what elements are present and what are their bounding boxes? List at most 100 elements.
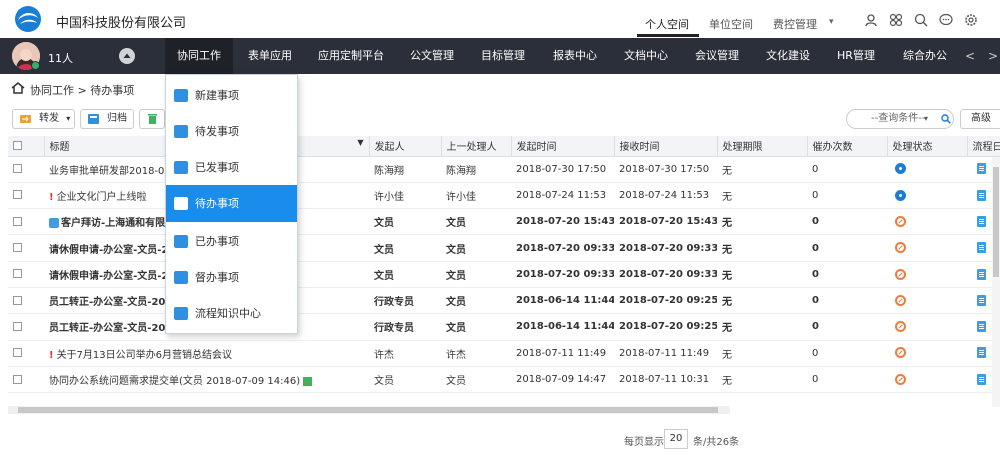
row-title-text[interactable]: 请休假申请-办公室-文员-20: [49, 271, 175, 282]
row-checkbox-cell[interactable]: [8, 182, 44, 210]
select-all-checkbox-cell[interactable]: [8, 136, 45, 157]
row-checkbox[interactable]: [13, 190, 22, 200]
flow-log-icon[interactable]: [977, 163, 986, 175]
column-header-deadline[interactable]: 处理期限: [717, 136, 808, 157]
row-checkbox[interactable]: [13, 269, 22, 279]
column-header-previous-handler[interactable]: 上一处理人: [441, 136, 512, 157]
nav-item-collaboration[interactable]: 协同工作: [165, 38, 233, 74]
apps-icon[interactable]: [889, 13, 903, 27]
status-viewed-icon[interactable]: [895, 163, 906, 175]
status-unviewed-icon[interactable]: [895, 347, 906, 359]
row-title-text[interactable]: 员工转正-办公室-文员-201: [49, 323, 172, 334]
nav-item-report-center[interactable]: 报表中心: [543, 38, 607, 74]
top-tab-unit-space[interactable]: 单位空间: [709, 16, 753, 32]
user-icon[interactable]: [864, 13, 878, 27]
forward-button[interactable]: 转发 ▾: [12, 109, 75, 129]
horizontal-scroll-thumb[interactable]: [18, 407, 718, 413]
menu-item-done[interactable]: 已办事项: [166, 223, 297, 260]
column-header-start-time[interactable]: 发起时间: [511, 136, 615, 157]
row-title[interactable]: 协同办公系统问题需求提交单(文员 2018-07-09 14:46): [44, 366, 369, 394]
row-checkbox-cell[interactable]: [8, 366, 44, 394]
search-icon[interactable]: [941, 114, 951, 124]
chevron-down-icon[interactable]: ▾: [829, 17, 834, 27]
flow-log-icon[interactable]: [977, 347, 986, 359]
row-checkbox[interactable]: [13, 243, 22, 253]
row-checkbox[interactable]: [13, 295, 22, 305]
nav-prev-icon[interactable]: <: [965, 49, 975, 63]
row-title-text[interactable]: 请休假申请-办公室-文员-20: [49, 245, 175, 256]
flow-log-icon[interactable]: [977, 242, 986, 254]
column-header-urge-count[interactable]: 催办次数: [807, 136, 888, 157]
row-checkbox[interactable]: [13, 374, 22, 384]
row-checkbox[interactable]: [13, 321, 22, 331]
row-checkbox-cell[interactable]: [8, 340, 44, 367]
menu-item-supervise[interactable]: 督办事项: [166, 259, 297, 296]
menu-item-sent[interactable]: 已发事项: [166, 149, 297, 186]
row-checkbox[interactable]: [13, 164, 22, 174]
column-header-initiator[interactable]: 发起人: [369, 136, 442, 157]
status-unviewed-icon[interactable]: [895, 321, 906, 333]
status-viewed-icon[interactable]: [895, 189, 906, 201]
top-tab-expense-control[interactable]: 费控管理: [773, 16, 817, 32]
settings-icon[interactable]: [964, 13, 978, 27]
column-header-status[interactable]: 处理状态: [887, 136, 968, 157]
table-row[interactable]: ! 企业文化门户上线啦 许小佳 许小佳 2018-07-24 11:53 2018-07-…: [8, 182, 1000, 210]
row-checkbox-cell[interactable]: [8, 156, 44, 183]
flow-log-icon[interactable]: [977, 321, 986, 333]
nav-item-document-mgmt[interactable]: 公文管理: [400, 38, 464, 74]
nav-item-meeting-mgmt[interactable]: 会议管理: [685, 38, 749, 74]
select-all-checkbox[interactable]: [13, 140, 22, 150]
menu-item-knowledge-center[interactable]: 流程知识中心: [166, 295, 297, 332]
advanced-search-button[interactable]: 高级: [960, 109, 1000, 129]
status-unviewed-icon[interactable]: [895, 294, 906, 306]
menu-item-new-item[interactable]: 新建事项: [166, 77, 297, 114]
row-title-text[interactable]: 协同办公系统问题需求提交单(文员 2018-07-09 14:46): [49, 376, 300, 387]
chat-icon[interactable]: [939, 13, 953, 27]
row-title-text[interactable]: 关于7月13日公司举办6月营销总结会议: [57, 350, 232, 361]
table-row[interactable]: 员工转正-办公室-文员-201 行政专员 文员 2018-06-14 11:44 201…: [8, 287, 1000, 315]
row-title-text[interactable]: 企业文化门户上线啦: [57, 192, 147, 203]
per-page-input[interactable]: 20: [664, 429, 688, 449]
row-checkbox[interactable]: [13, 216, 22, 226]
nav-item-app-customization[interactable]: 应用定制平台: [313, 38, 389, 74]
row-checkbox-cell[interactable]: [8, 208, 44, 236]
flow-log-icon[interactable]: [977, 268, 986, 280]
query-condition-select[interactable]: --查询条件-- ▾: [846, 109, 954, 129]
table-row[interactable]: 协同办公系统问题需求提交单(文员 2018-07-09 14:46) 文员 文员 20…: [8, 366, 1000, 394]
column-header-flow-log[interactable]: 流程日志: [967, 136, 1000, 157]
flow-log-icon[interactable]: [977, 189, 986, 201]
table-row[interactable]: 请休假申请-办公室-文员-20 文员 文员 2018-07-20 09:33 2018-…: [8, 261, 1000, 288]
row-title-text[interactable]: 业务审批单研发部2018-07-: [49, 166, 174, 177]
status-unviewed-icon[interactable]: [895, 215, 906, 227]
row-checkbox-cell[interactable]: [8, 287, 44, 315]
column-header-receive-time[interactable]: 接收时间: [614, 136, 718, 157]
archive-button[interactable]: 归档: [80, 109, 134, 129]
horizontal-scrollbar[interactable]: [8, 406, 730, 414]
row-title-text[interactable]: 客户拜访-上海通和有限公: [61, 218, 175, 229]
row-title-text[interactable]: 员工转正-办公室-文员-201: [49, 297, 172, 308]
vertical-scroll-thumb[interactable]: [993, 167, 999, 277]
nav-next-icon[interactable]: >: [988, 49, 998, 63]
menu-item-pending[interactable]: 待办事项: [166, 185, 297, 222]
search-icon[interactable]: [914, 13, 928, 27]
flow-log-icon[interactable]: [977, 294, 986, 306]
nav-item-form-apps[interactable]: 表单应用: [238, 38, 302, 74]
status-unviewed-icon[interactable]: [895, 268, 906, 280]
table-row[interactable]: 请休假申请-办公室-文员-20 文员 文员 2018-07-20 09:33 2018-…: [8, 234, 1000, 262]
status-unviewed-icon[interactable]: [895, 373, 906, 385]
home-icon[interactable]: [11, 82, 25, 94]
row-checkbox-cell[interactable]: [8, 234, 44, 262]
row-checkbox-cell[interactable]: [8, 261, 44, 288]
status-unviewed-icon[interactable]: [895, 242, 906, 254]
online-user-count[interactable]: 11人: [48, 50, 73, 66]
collapse-up-icon[interactable]: [119, 48, 135, 64]
vertical-scrollbar[interactable]: [992, 157, 1000, 407]
table-row[interactable]: 业务审批单研发部2018-07- 陈海翔 陈海翔 2018-07-30 17:50 20…: [8, 156, 1000, 183]
nav-item-culture[interactable]: 文化建设: [756, 38, 820, 74]
row-checkbox[interactable]: [13, 348, 22, 358]
table-row[interactable]: 员工转正-办公室-文员-201 行政专员 文员 2018-06-14 11:44 201…: [8, 313, 1000, 341]
nav-item-goal-mgmt[interactable]: 目标管理: [471, 38, 535, 74]
nav-item-docs-center[interactable]: 文档中心: [614, 38, 678, 74]
table-row[interactable]: 客户拜访-上海通和有限公 文员 文员 2018-07-20 15:43 2018-07-…: [8, 208, 1000, 236]
row-title[interactable]: ! 关于7月13日公司举办6月营销总结会议: [44, 340, 369, 367]
